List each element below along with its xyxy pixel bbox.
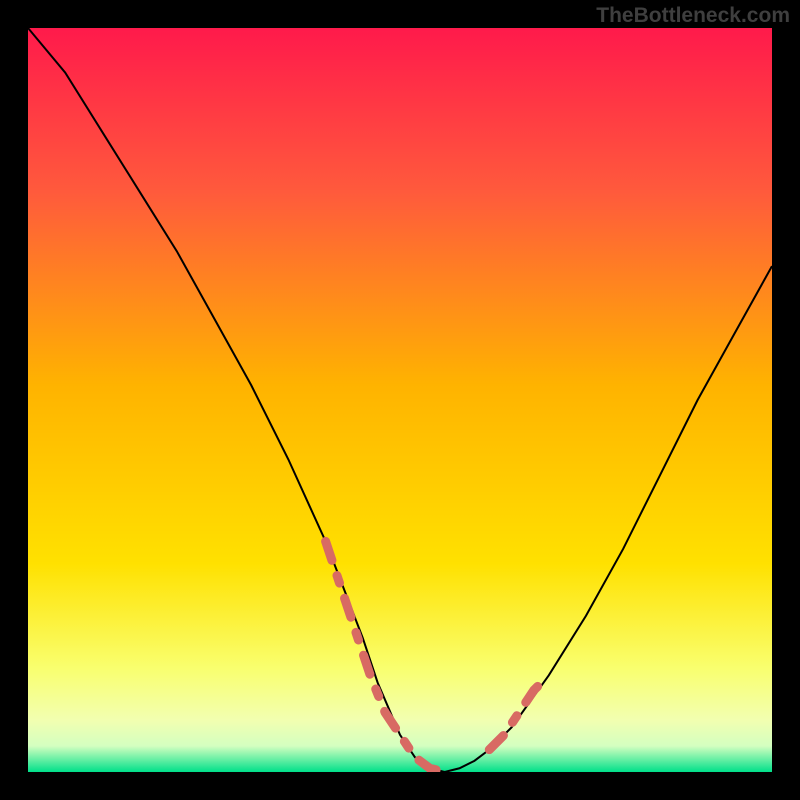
chart-frame: TheBottleneck.com (0, 0, 800, 800)
bottleneck-chart (28, 28, 772, 772)
watermark-text: TheBottleneck.com (596, 4, 790, 28)
gradient-background (28, 28, 772, 772)
